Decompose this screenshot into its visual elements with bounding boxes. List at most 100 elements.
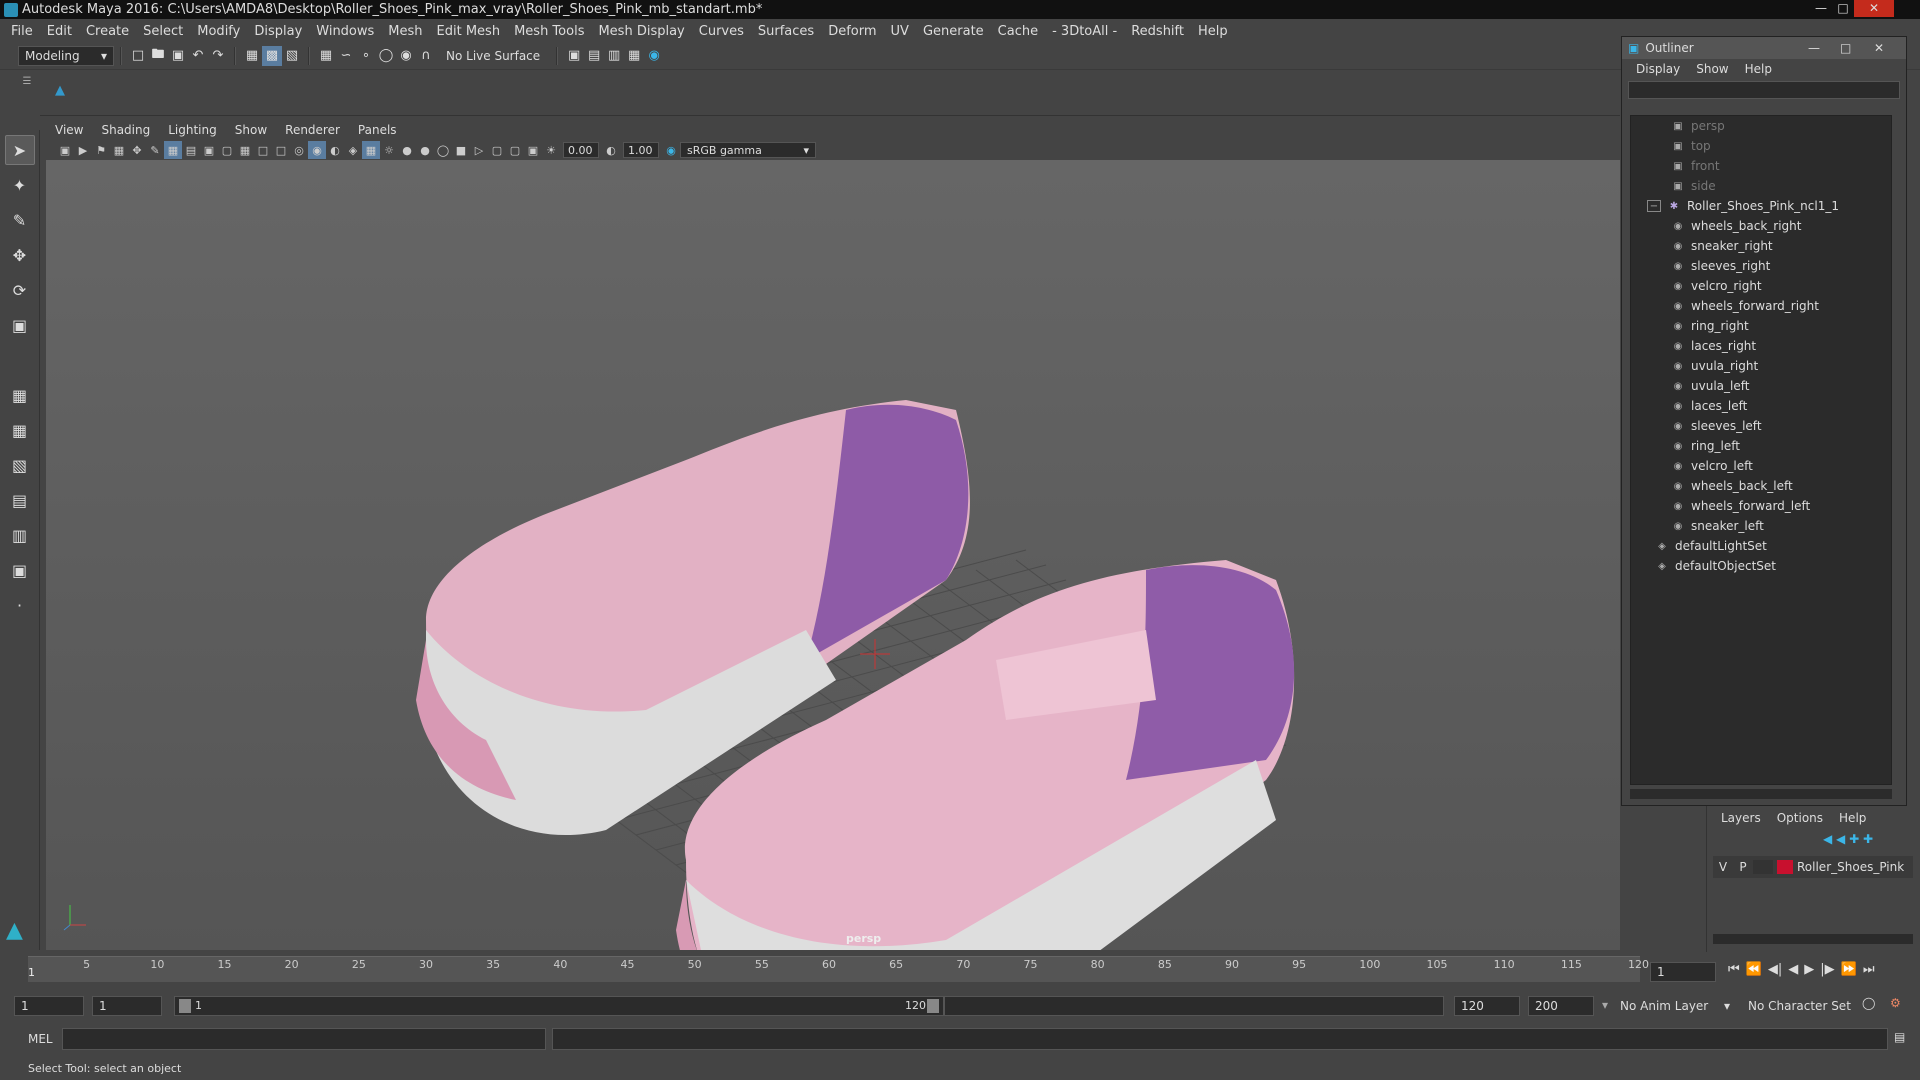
menu-create[interactable]: Create — [79, 24, 136, 39]
time-slider[interactable]: 5 10 15 20 25 30 35 40 45 50 55 60 65 70 75 80 85 90 95 100… — [0, 952, 1920, 988]
close-icon[interactable]: ✕ — [1854, 0, 1894, 17]
layer-color-swatch[interactable] — [1777, 860, 1793, 874]
outliner-menu-help[interactable]: Help — [1737, 62, 1780, 76]
menu-redshift[interactable]: Redshift — [1124, 24, 1191, 39]
outliner-group[interactable]: − ✱ Roller_Shoes_Pink_ncl1_1 — [1631, 196, 1891, 216]
outliner-menu-display[interactable]: Display — [1628, 62, 1688, 76]
color-management-icon[interactable]: ◉ — [662, 141, 680, 159]
move-tool-icon[interactable]: ✥ — [5, 240, 35, 270]
menu-surfaces[interactable]: Surfaces — [751, 24, 821, 39]
layer-menu-help[interactable]: Help — [1831, 811, 1874, 825]
grid-icon[interactable]: ▦ — [164, 141, 182, 159]
menu-display[interactable]: Display — [247, 24, 309, 39]
anti-alias-icon[interactable]: ◯ — [434, 141, 452, 159]
xray-icon[interactable]: ▦ — [362, 141, 380, 159]
textured-icon[interactable]: ◈ — [344, 141, 362, 159]
go-to-end-icon[interactable]: ⏭ — [1863, 962, 1875, 977]
camera-icon[interactable]: ▣ — [56, 141, 74, 159]
exposure-field[interactable]: 0.00 — [563, 142, 599, 158]
bookmark-icon[interactable]: ⚑ — [92, 141, 110, 159]
command-language-label[interactable]: MEL — [28, 1032, 62, 1046]
snap-point-icon[interactable]: ∘ — [356, 46, 376, 66]
anim-layer-dropdown[interactable]: No Anim Layer ▾ — [1620, 996, 1730, 1016]
outliner-item[interactable]: ◉ uvula_left — [1631, 376, 1891, 396]
minimize-icon[interactable]: — — [1808, 41, 1820, 55]
outliner-item[interactable]: ◉ wheels_back_left — [1631, 476, 1891, 496]
maximize-icon[interactable]: □ — [1840, 41, 1851, 55]
layer-menu-layers[interactable]: Layers — [1713, 811, 1769, 825]
minimize-icon[interactable]: — — [1810, 0, 1832, 17]
range-end-handle[interactable] — [927, 999, 939, 1013]
xray-active-icon[interactable]: ▢ — [506, 141, 524, 159]
range-bar[interactable]: 1 120 — [174, 996, 944, 1016]
panel-menu-lighting[interactable]: Lighting — [159, 123, 226, 137]
outliner-item[interactable]: ◉ sneaker_right — [1631, 236, 1891, 256]
layer-menu-options[interactable]: Options — [1769, 811, 1831, 825]
outliner-item[interactable]: ◉ uvula_right — [1631, 356, 1891, 376]
single-view-icon[interactable]: ▦ — [5, 380, 35, 410]
menu-edit-mesh[interactable]: Edit Mesh — [430, 24, 508, 39]
menu-select[interactable]: Select — [136, 24, 190, 39]
character-set-dropdown[interactable]: No Character Set — [1748, 996, 1868, 1016]
layer-visibility-toggle[interactable]: V — [1713, 860, 1733, 874]
hypershade-layout-icon[interactable]: ▣ — [5, 555, 35, 585]
exposure-icon[interactable]: ☀ — [542, 141, 560, 159]
image-plane-icon[interactable]: ▦ — [110, 141, 128, 159]
outliner-item[interactable]: ▣ side — [1631, 176, 1891, 196]
outliner-item[interactable]: ◉ wheels_forward_right — [1631, 296, 1891, 316]
step-forward-icon[interactable]: ⏩ — [1841, 962, 1857, 977]
select-component-icon[interactable]: ▧ — [282, 46, 302, 66]
outliner-item[interactable]: ◉ velcro_left — [1631, 456, 1891, 476]
outliner-item[interactable]: ◉ wheels_forward_left — [1631, 496, 1891, 516]
menu-edit[interactable]: Edit — [40, 24, 79, 39]
hud-icon[interactable]: ▣ — [524, 141, 542, 159]
outliner-item[interactable]: ◉ wheels_back_right — [1631, 216, 1891, 236]
step-back-icon[interactable]: ⏪ — [1746, 962, 1762, 977]
layer-playback-toggle[interactable]: P — [1733, 860, 1753, 874]
menu-modify[interactable]: Modify — [190, 24, 247, 39]
field-chart-icon[interactable]: ▦ — [236, 141, 254, 159]
outliner-item[interactable]: ◉ sleeves_left — [1631, 416, 1891, 436]
end-time-field[interactable]: 200 — [1528, 996, 1594, 1016]
outliner-set[interactable]: ◈ defaultObjectSet — [1631, 556, 1891, 576]
menu-mesh-tools[interactable]: Mesh Tools — [507, 24, 591, 39]
outliner-item[interactable]: ◉ sneaker_left — [1631, 516, 1891, 536]
lasso-tool-icon[interactable]: ✦ — [5, 170, 35, 200]
menu-set-dropdown[interactable]: Modeling ▾ — [18, 45, 114, 66]
gamma-icon[interactable]: ◐ — [602, 141, 620, 159]
layer-reference-toggle[interactable] — [1753, 860, 1773, 874]
menu-mesh-display[interactable]: Mesh Display — [591, 24, 691, 39]
wireframe-icon[interactable]: ◎ — [290, 141, 308, 159]
playback-start-field[interactable]: 1 — [92, 996, 162, 1016]
chevron-down-icon[interactable]: ▾ — [1602, 998, 1608, 1012]
redo-icon[interactable]: ↷ — [208, 46, 228, 66]
camera-attributes-icon[interactable]: ▶ — [74, 141, 92, 159]
resolution-gate-icon[interactable]: ▣ — [200, 141, 218, 159]
undo-icon[interactable]: ↶ — [188, 46, 208, 66]
snap-curve-icon[interactable]: ∽ — [336, 46, 356, 66]
render-frame-icon[interactable]: ▤ — [584, 46, 604, 66]
select-tool-icon[interactable]: ➤ — [4, 135, 35, 165]
render-view-icon[interactable]: ▣ — [564, 46, 584, 66]
menu-mesh[interactable]: Mesh — [381, 24, 429, 39]
outliner-set[interactable]: ◈ defaultLightSet — [1631, 536, 1891, 556]
play-back-icon[interactable]: ◀ — [1788, 962, 1798, 977]
default-lighting-icon[interactable]: ◐ — [326, 141, 344, 159]
outliner-item[interactable]: ▣ persp — [1631, 116, 1891, 136]
auto-key-icon[interactable]: ◯ — [1862, 996, 1875, 1010]
panel-menu-show[interactable]: Show — [226, 123, 276, 137]
outliner-layout-icon[interactable]: ▤ — [5, 485, 35, 515]
outliner-item[interactable]: ◉ laces_right — [1631, 336, 1891, 356]
select-object-icon[interactable]: ▩ — [262, 45, 282, 66]
outliner-item[interactable]: ◉ ring_right — [1631, 316, 1891, 336]
live-surface-label[interactable]: No Live Surface — [446, 49, 540, 63]
menu-deform[interactable]: Deform — [821, 24, 883, 39]
grease-pencil-icon[interactable]: ✎ — [146, 141, 164, 159]
layer-tools-icon[interactable]: ◀ ◀ ✚ ✚ — [1823, 832, 1873, 846]
two-view-icon[interactable]: ▧ — [5, 450, 35, 480]
layer-scrollbar[interactable] — [1713, 934, 1913, 944]
outliner-item[interactable]: ◉ sleeves_right — [1631, 256, 1891, 276]
outliner-item[interactable]: ▣ front — [1631, 156, 1891, 176]
save-scene-icon[interactable]: ▣ — [168, 46, 188, 66]
menu-generate[interactable]: Generate — [916, 24, 991, 39]
